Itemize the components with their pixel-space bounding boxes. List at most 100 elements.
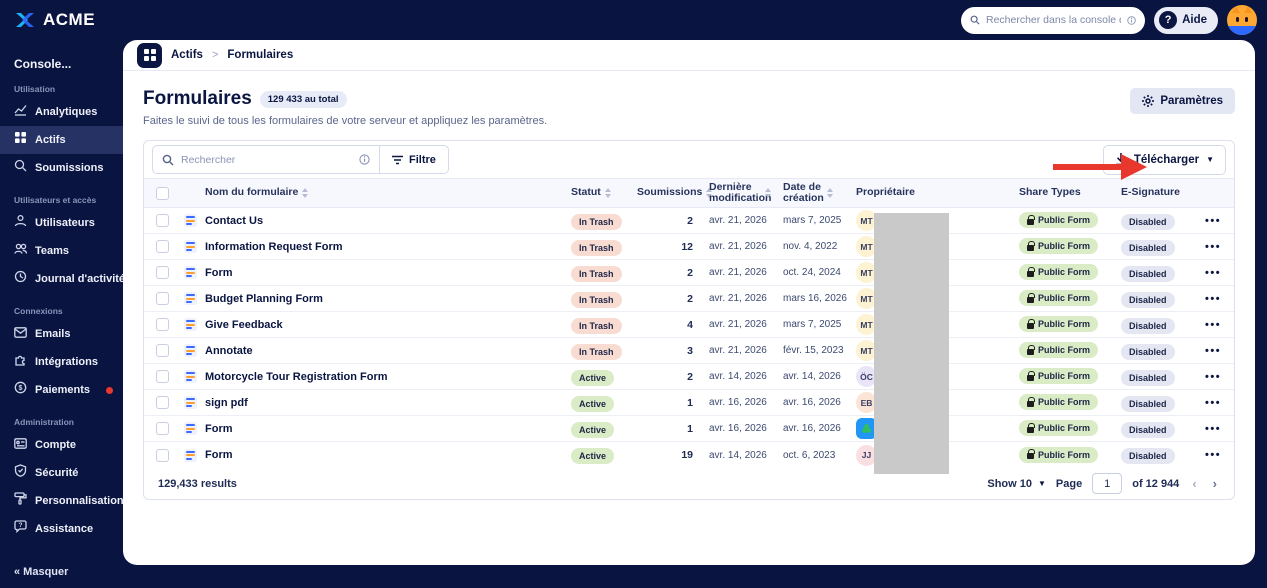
row-checkbox[interactable] xyxy=(156,214,169,227)
form-name-cell[interactable]: Give Feedback xyxy=(181,318,571,331)
form-name[interactable]: Motorcycle Tour Registration Form xyxy=(205,371,388,383)
settings-button[interactable]: Paramètres xyxy=(1130,88,1235,114)
form-name-cell[interactable]: Form xyxy=(181,266,571,279)
table-search-input[interactable] xyxy=(181,153,352,166)
breadcrumb-parent[interactable]: Actifs xyxy=(171,49,203,61)
form-name-cell[interactable]: Motorcycle Tour Registration Form xyxy=(181,370,571,383)
table-row: Form Active 1 avr. 16, 2026 avr. 16, 202… xyxy=(144,416,1234,442)
sidebar-item-emails[interactable]: Emails xyxy=(0,320,123,348)
filter-button[interactable]: Filtre xyxy=(380,146,448,173)
row-checkbox[interactable] xyxy=(156,266,169,279)
sidebar-item-personnalisation[interactable]: Personnalisation xyxy=(0,487,124,515)
user-avatar[interactable] xyxy=(1227,5,1257,35)
brand-logo-icon xyxy=(16,13,34,27)
total-count-badge: 129 433 au total xyxy=(259,90,347,108)
created-date: mars 7, 2025 xyxy=(783,215,842,226)
form-name[interactable]: sign pdf xyxy=(205,397,248,409)
modified-date: avr. 14, 2026 xyxy=(709,449,767,461)
row-actions-menu[interactable]: ••• xyxy=(1205,267,1234,279)
submissions-count: 19 xyxy=(681,449,693,461)
form-name[interactable]: Form xyxy=(205,267,233,279)
share-type-badge: Public Form xyxy=(1019,446,1099,463)
form-name[interactable]: Contact Us xyxy=(205,215,263,227)
row-checkbox[interactable] xyxy=(156,370,169,383)
sort-icon[interactable] xyxy=(302,187,309,198)
breadcrumb-current[interactable]: Formulaires xyxy=(227,49,293,61)
form-name[interactable]: Give Feedback xyxy=(205,319,283,331)
form-name-cell[interactable]: Form xyxy=(181,448,571,462)
next-page-button[interactable]: › xyxy=(1210,476,1220,491)
row-actions-menu[interactable]: ••• xyxy=(1205,241,1234,253)
form-name[interactable]: Annotate xyxy=(205,345,253,357)
col-name[interactable]: Nom du formulaire xyxy=(181,187,571,198)
sort-icon[interactable] xyxy=(765,188,771,198)
sort-icon[interactable] xyxy=(604,187,611,198)
console-label[interactable]: Console... xyxy=(14,57,123,71)
sidebar-item-actifs[interactable]: Actifs xyxy=(0,126,123,154)
sidebar-item-teams[interactable]: Teams xyxy=(0,237,123,265)
col-status[interactable]: Statut xyxy=(571,187,637,198)
table-row: sign pdf Active 1 avr. 16, 2026 avr. 16,… xyxy=(144,390,1234,416)
form-name-cell[interactable]: Form xyxy=(181,422,571,435)
form-name-cell[interactable]: Information Request Form xyxy=(181,240,571,253)
status-badge: Active xyxy=(571,448,615,464)
help-button[interactable]: ? Aide xyxy=(1154,6,1218,34)
row-actions-menu[interactable]: ••• xyxy=(1205,215,1234,227)
sidebar-section: Connexions Emails Intégrations $ Paiemen… xyxy=(0,306,123,404)
form-name[interactable]: Budget Planning Form xyxy=(205,293,323,305)
form-name-cell[interactable]: Annotate xyxy=(181,344,571,357)
form-icon xyxy=(184,448,197,462)
created-date: avr. 14, 2026 xyxy=(783,371,841,382)
sidebar-item-label: Utilisateurs xyxy=(35,217,95,229)
form-name-cell[interactable]: sign pdf xyxy=(181,396,571,409)
sidebar-item-journal-d-activit-[interactable]: Journal d'activité xyxy=(0,265,125,293)
row-checkbox[interactable] xyxy=(156,240,169,253)
col-submissions[interactable]: Soumissions xyxy=(637,187,713,198)
page-number-input[interactable] xyxy=(1092,473,1123,494)
sidebar-section: Utilisateurs et accès Utilisateurs Teams… xyxy=(0,195,125,293)
row-checkbox[interactable] xyxy=(156,292,169,305)
form-name-cell[interactable]: Budget Planning Form xyxy=(181,292,571,305)
form-name[interactable]: Form xyxy=(205,449,233,461)
row-actions-menu[interactable]: ••• xyxy=(1205,423,1234,435)
created-date: oct. 6, 2023 xyxy=(783,449,836,461)
col-modified[interactable]: Dernière modification xyxy=(709,181,783,204)
collapse-sidebar-button[interactable]: « Masquer xyxy=(14,566,68,578)
assets-grid-icon[interactable] xyxy=(137,42,162,68)
select-all-checkbox[interactable] xyxy=(156,186,169,200)
row-checkbox[interactable] xyxy=(156,318,169,331)
table-search[interactable] xyxy=(153,146,379,173)
sidebar-item-compte[interactable]: Compte xyxy=(0,431,123,459)
sidebar-item-utilisateurs[interactable]: Utilisateurs xyxy=(0,209,123,237)
row-actions-menu[interactable]: ••• xyxy=(1205,371,1234,383)
main-content: Actifs > Formulaires Formulaires 129 433… xyxy=(123,40,1255,565)
page-total: of 12 944 xyxy=(1132,477,1180,490)
form-name-cell[interactable]: Contact Us xyxy=(181,214,571,227)
page-title: Formulaires xyxy=(143,88,252,109)
prev-page-button[interactable]: ‹ xyxy=(1189,476,1199,491)
row-actions-menu[interactable]: ••• xyxy=(1205,319,1234,331)
col-created[interactable]: Date de création xyxy=(783,181,853,204)
row-actions-menu[interactable]: ••• xyxy=(1205,345,1234,357)
row-actions-menu[interactable]: ••• xyxy=(1205,293,1234,305)
sort-icon[interactable] xyxy=(827,188,833,198)
sidebar-item-assistance[interactable]: ? Assistance xyxy=(0,515,123,543)
row-checkbox[interactable] xyxy=(156,422,169,435)
row-actions-menu[interactable]: ••• xyxy=(1205,397,1234,409)
admin-search[interactable] xyxy=(961,6,1146,34)
row-actions-menu[interactable]: ••• xyxy=(1205,449,1234,461)
sidebar-item-int-grations[interactable]: Intégrations xyxy=(0,348,123,376)
form-name[interactable]: Information Request Form xyxy=(205,241,343,253)
show-per-page-select[interactable]: Show 10 ▼ xyxy=(987,478,1046,490)
row-checkbox[interactable] xyxy=(156,396,169,409)
admin-search-input[interactable] xyxy=(985,14,1121,26)
sidebar-item-s-curit-[interactable]: Sécurité xyxy=(0,459,123,487)
form-name[interactable]: Form xyxy=(205,423,233,435)
sidebar-item-soumissions[interactable]: Soumissions xyxy=(0,154,123,182)
row-checkbox[interactable] xyxy=(156,448,169,462)
sidebar-item-label: Actifs xyxy=(35,134,66,146)
sidebar-item-analytiques[interactable]: Analytiques xyxy=(0,98,123,126)
sidebar-item-paiements[interactable]: $ Paiements xyxy=(0,376,123,404)
sidebar-item-label: Assistance xyxy=(35,523,94,535)
row-checkbox[interactable] xyxy=(156,344,169,357)
